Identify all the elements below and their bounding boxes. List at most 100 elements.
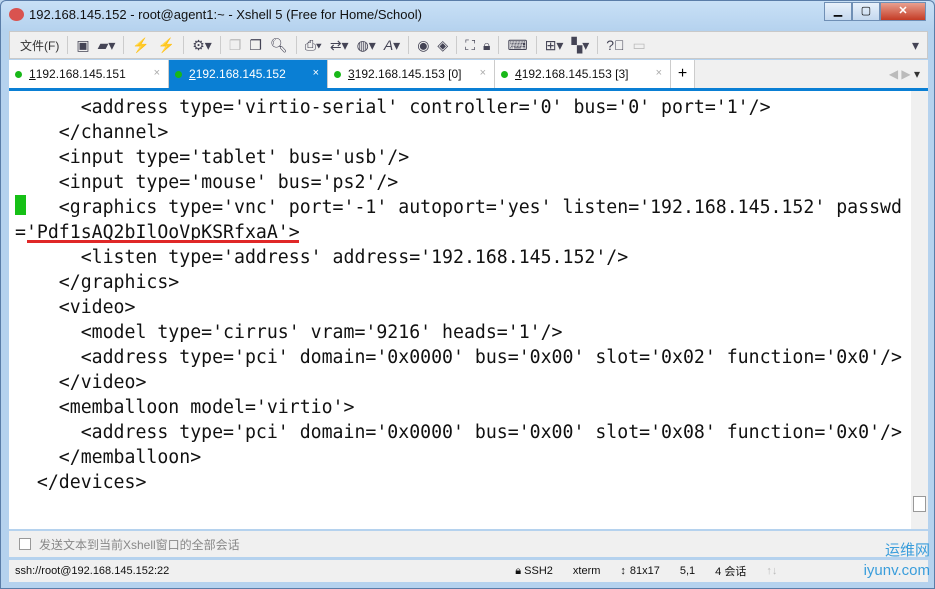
terminal-line: <input type='mouse' bus='ps2'/>: [15, 172, 399, 193]
separator: [219, 36, 221, 54]
terminal-output: <address type='virtio-serial' controller…: [15, 95, 902, 520]
scroll-arrows-icon[interactable]: ↑↓: [766, 565, 777, 577]
connected-status-icon: [175, 71, 182, 78]
cursor-position: 5,1: [679, 565, 696, 577]
find-icon[interactable]: 🔍︎: [270, 37, 288, 54]
protocol: SSH2: [524, 565, 553, 577]
close-tab-icon[interactable]: ×: [480, 67, 486, 79]
terminal-line: <input type='tablet' bus='usb'/>: [15, 147, 410, 168]
tab-label: 192.168.145.152: [195, 67, 286, 81]
terminal-line: <graphics type='vnc' port='-1' autoport=…: [15, 197, 902, 218]
properties-icon[interactable]: ⚙▾: [192, 37, 212, 54]
terminal-line: <address type='pci' domain='0x0000' bus=…: [15, 422, 902, 443]
transfer-icon[interactable]: ⇄▾: [330, 37, 349, 54]
terminal-area[interactable]: <address type='virtio-serial' controller…: [9, 88, 928, 529]
terminal-line: <video>: [15, 297, 136, 318]
connected-status-icon: [501, 71, 508, 78]
separator: [67, 36, 69, 54]
terminal-line: <model type='cirrus' vram='9216' heads='…: [15, 322, 563, 343]
lock-icon: 🔒︎: [515, 564, 522, 577]
fullscreen-icon[interactable]: ⛶: [465, 37, 475, 54]
session-count: 4 会话: [715, 566, 747, 578]
close-tab-icon[interactable]: ×: [154, 67, 160, 79]
disconnect-icon[interactable]: ⚡: [158, 37, 175, 54]
tab-session-3[interactable]: 3 192.168.145.153 [0] ×: [328, 60, 495, 88]
status-bar: ssh://root@192.168.145.152:22 🔒︎ SSH2 xte…: [9, 560, 928, 582]
separator: [408, 36, 410, 54]
xshell-app-icon: [9, 8, 24, 21]
compose-bar: 发送文本到当前Xshell窗口的全部会话: [9, 531, 928, 557]
minimize-button[interactable]: ▁: [824, 2, 852, 21]
connection-string: ssh://root@192.168.145.152:22: [15, 565, 170, 577]
tab-session-4[interactable]: 4 192.168.145.153 [3] ×: [495, 60, 671, 88]
terminal-line: <address type='pci' domain='0x0000' bus=…: [15, 347, 902, 368]
close-button[interactable]: ✕: [880, 2, 926, 21]
terminal-line: <address type='virtio-serial' controller…: [15, 97, 771, 118]
lock-icon[interactable]: 🔒︎: [483, 37, 490, 54]
connect-icon[interactable]: ⚡: [132, 37, 149, 54]
paste-icon[interactable]: ❐: [249, 37, 262, 54]
close-tab-icon[interactable]: ×: [313, 67, 319, 79]
tab-number: 2: [189, 67, 196, 81]
window-title: 192.168.145.152 - root@agent1:~ - Xshell…: [29, 7, 422, 22]
tab-number: 4: [515, 67, 522, 81]
vertical-scrollbar[interactable]: [911, 91, 928, 529]
font-icon[interactable]: A▾: [384, 37, 400, 54]
new-session-icon[interactable]: ▣: [76, 37, 89, 54]
separator: [183, 36, 185, 54]
tab-label: 192.168.145.151: [35, 67, 126, 81]
tab-label: 192.168.145.153 [3]: [521, 67, 629, 81]
add-tab-button[interactable]: +: [671, 60, 695, 88]
print-icon[interactable]: ⎙▾: [305, 37, 322, 54]
connected-status-icon: [15, 71, 22, 78]
terminal-line: <memballoon model='virtio'>: [15, 397, 355, 418]
toolbar: 文件(F) ▣ ▰▾ ⚡ ⚡ ⚙▾ ❐ ❐ 🔍︎ ⎙▾ ⇄▾ ◍▾ A▾ ◉ ◈…: [9, 31, 928, 59]
separator: [456, 36, 458, 54]
terminal-line: </channel>: [15, 122, 169, 143]
connected-status-icon: [334, 71, 341, 78]
scrollbar-thumb[interactable]: [913, 496, 926, 512]
maximize-button[interactable]: ▢: [852, 2, 880, 21]
password-highlight-underline: [27, 240, 299, 243]
watermark-url: iyunv.com: [863, 562, 930, 579]
tab-session-2[interactable]: 2 192.168.145.152 ×: [169, 60, 328, 88]
separator: [295, 36, 297, 54]
send-to-all-label: 发送文本到当前Xshell窗口的全部会话: [39, 537, 240, 552]
globe-icon[interactable]: ◍▾: [357, 37, 376, 54]
file-menu[interactable]: 文件(F): [20, 37, 59, 54]
separator: [498, 36, 500, 54]
separator: [535, 36, 537, 54]
terminal-line: </graphics>: [15, 272, 180, 293]
resize-icon: ↕: [620, 565, 626, 577]
tab-number: 1: [29, 67, 36, 81]
help-icon[interactable]: ?⃝: [606, 37, 624, 53]
terminal-line: </memballoon>: [15, 447, 202, 468]
layout-icon[interactable]: ▚▾: [571, 37, 589, 54]
terminal-size: 81x17: [629, 565, 660, 577]
keyboard-icon[interactable]: ⌨: [507, 37, 527, 54]
session-tabs: 1 192.168.145.151 × 2 192.168.145.152 × …: [9, 60, 928, 88]
separator: [597, 36, 599, 54]
xshell-window: 192.168.145.152 - root@agent1:~ - Xshell…: [0, 0, 935, 589]
separator: [123, 36, 125, 54]
tab-label: 192.168.145.153 [0]: [354, 67, 462, 81]
new-tab-icon[interactable]: ⊞▾: [545, 37, 564, 54]
open-folder-icon[interactable]: ▰▾: [98, 37, 116, 54]
terminal-line: </video>: [15, 372, 147, 393]
copy-icon[interactable]: ❐: [229, 37, 242, 54]
tab-number: 3: [348, 67, 355, 81]
terminal-line: </devices>: [15, 472, 147, 493]
terminal-type: xterm: [572, 565, 601, 577]
tab-session-1[interactable]: 1 192.168.145.151 ×: [9, 60, 169, 88]
terminal-line: <listen type='address' address='192.168.…: [15, 247, 629, 268]
send-to-all-checkbox[interactable]: [19, 538, 31, 550]
watermark-text: 运维网: [884, 542, 930, 559]
watermark-logo: 运维网 iyunv.com: [864, 541, 930, 581]
chat-icon[interactable]: ▭: [633, 37, 646, 54]
tab-scroll-arrows[interactable]: ◀ ▶ ▾: [889, 60, 928, 88]
close-tab-icon[interactable]: ×: [656, 67, 662, 79]
xftp-icon[interactable]: ◉: [417, 37, 429, 54]
xmanager-icon[interactable]: ◈: [437, 37, 448, 54]
toolbar-overflow-icon[interactable]: ▾: [912, 37, 919, 54]
